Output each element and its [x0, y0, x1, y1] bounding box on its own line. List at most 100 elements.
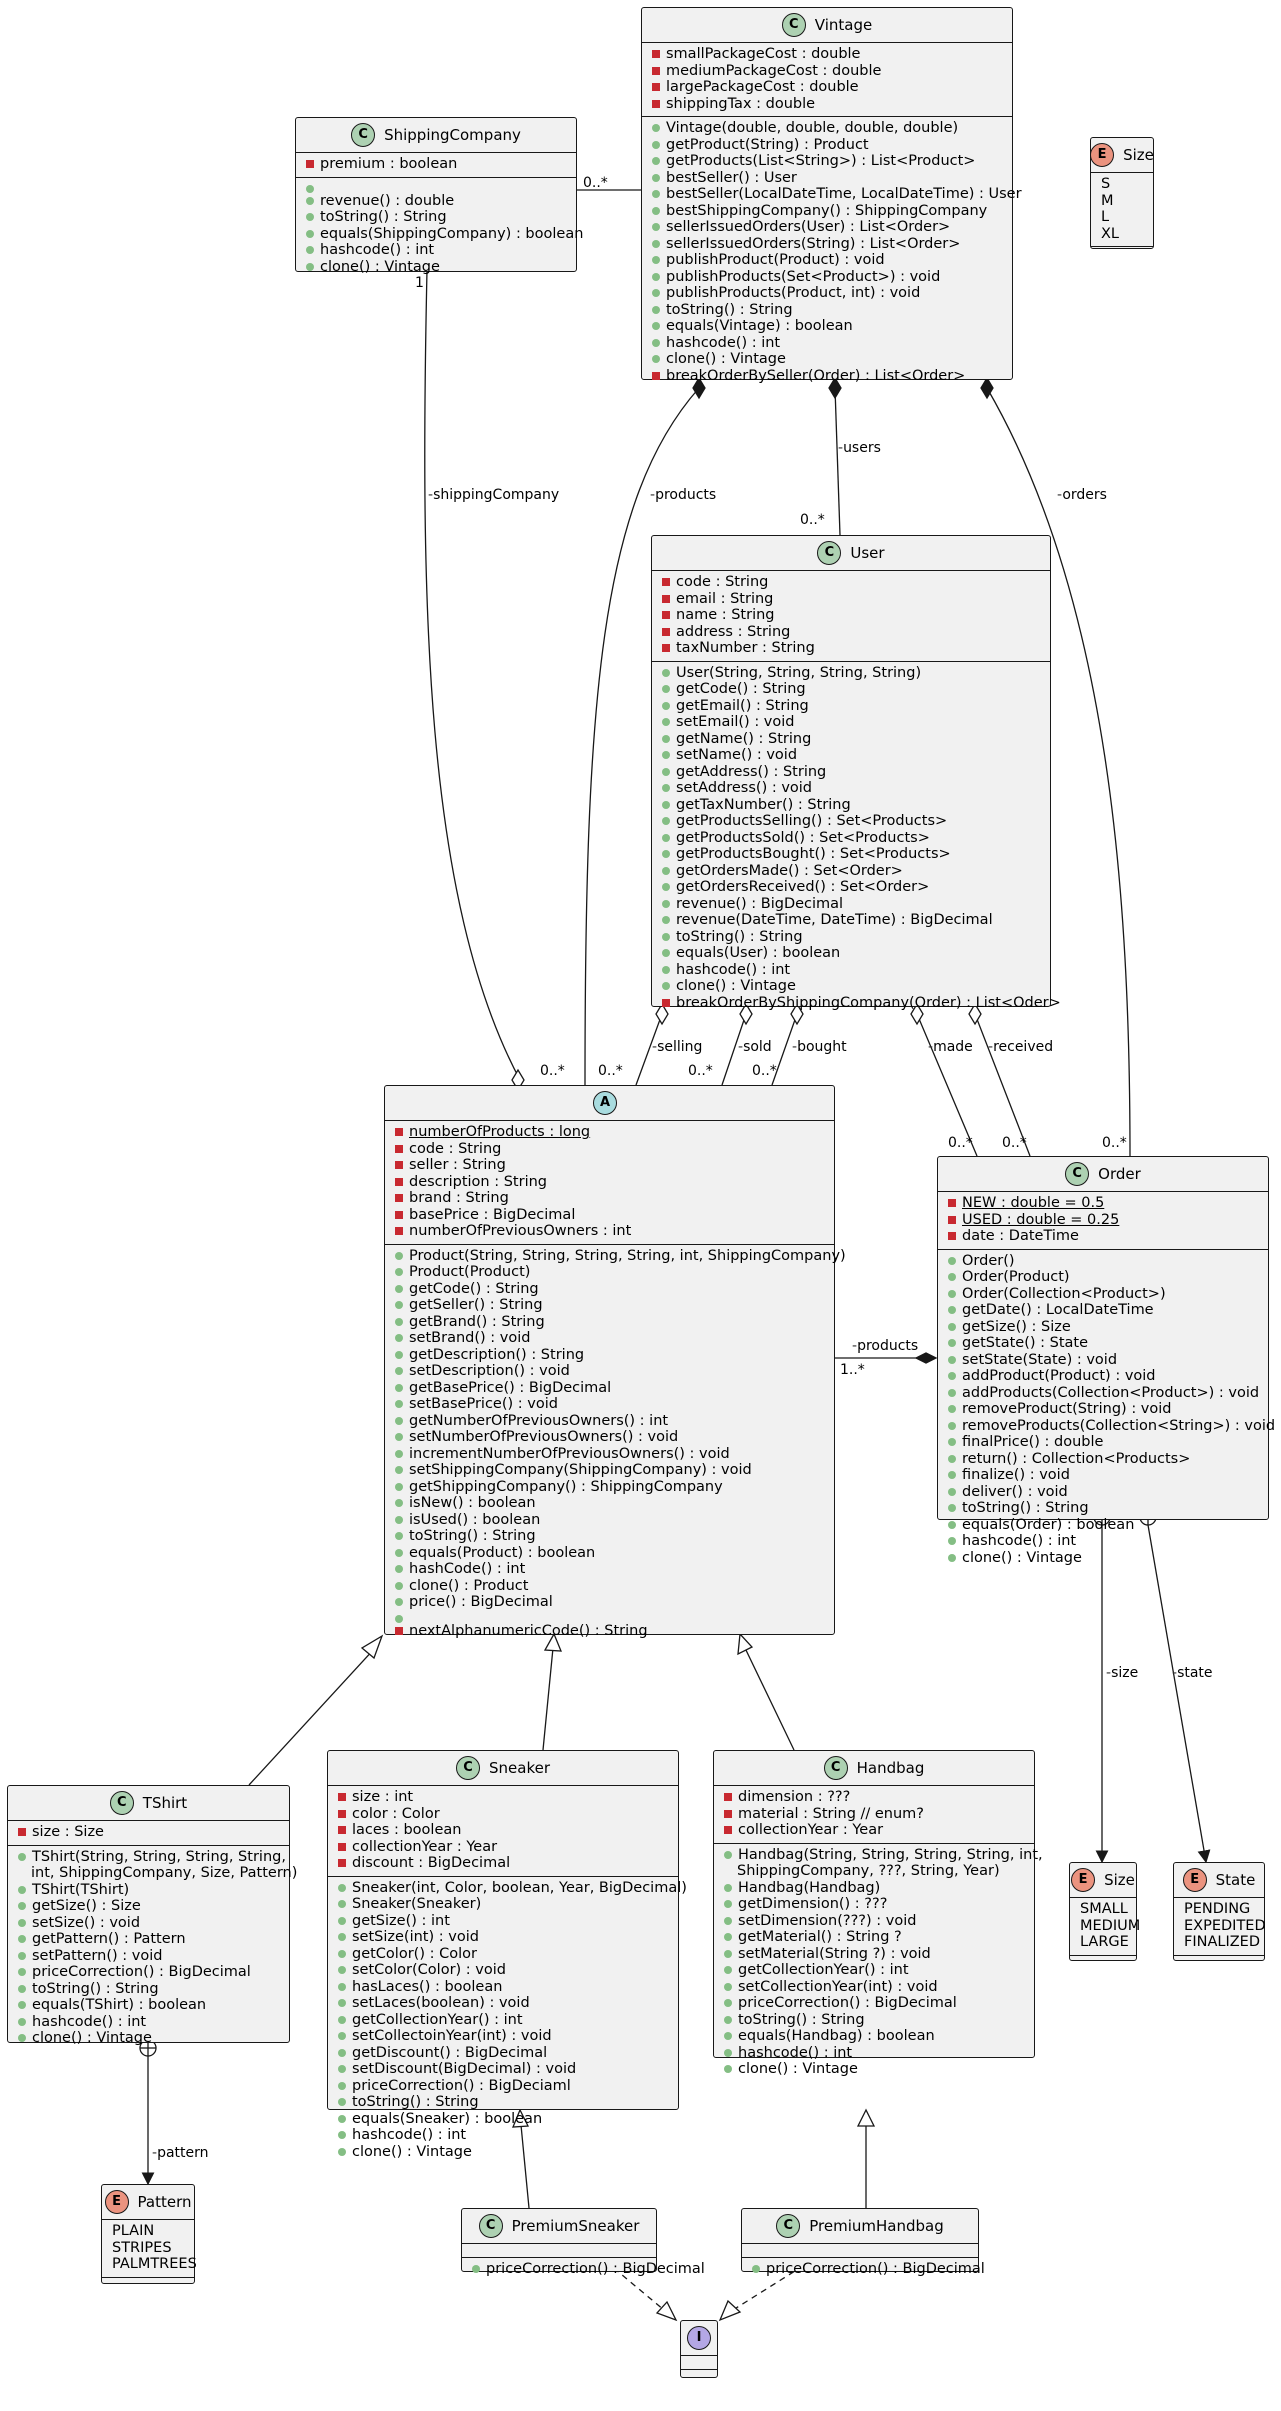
public-icon: [395, 1400, 403, 1408]
method-row: Product(String, String, String, String, …: [385, 1248, 846, 1265]
enum-value: STRIPES: [112, 2239, 172, 2256]
method-row: incrementNumberOfPreviousOwners() : void: [385, 1446, 834, 1463]
method-row: getNumberOfPreviousOwners() : int: [385, 1413, 834, 1430]
method-row: equals(Order) : boolean: [938, 1517, 1268, 1534]
enum-state[interactable]: E State PENDING EXPEDITED FINALIZED: [1173, 1862, 1266, 1961]
method-row: Order(Collection<Product>): [938, 1286, 1268, 1303]
enum-name: Size: [1104, 1870, 1135, 1889]
method-row: toString() : String: [714, 2012, 1034, 2029]
method-row: setAddress() : void: [652, 780, 1050, 797]
public-icon: [662, 800, 670, 809]
class-order[interactable]: C Order NEW : double = 0.5 USED : double…: [937, 1156, 1275, 1566]
method-row: getBasePrice() : BigDecimal: [385, 1380, 834, 1397]
field-row: date : DateTime: [938, 1228, 1268, 1245]
label-received: -received: [988, 1039, 1054, 1055]
field-row: dimension : ???: [714, 1789, 1034, 1806]
class-vintage[interactable]: C Vintage smallPackageCost : double medi…: [641, 7, 1022, 384]
method-row: breakOrderBySeller(Order) : List<Order>: [642, 368, 1012, 385]
field-row: basePrice : BigDecimal: [385, 1207, 834, 1224]
public-icon: [395, 1499, 403, 1507]
field-row: email : String: [652, 591, 1050, 608]
enum-empty-section: [102, 2278, 194, 2291]
label-bought: -bought: [792, 1039, 847, 1055]
field-row: numberOfPreviousOwners : int: [385, 1223, 834, 1240]
public-icon: [948, 1471, 956, 1479]
label-pattern: -pattern: [152, 2145, 209, 2161]
class-header: C User: [652, 536, 1050, 571]
method-row: equals(TShirt) : boolean: [8, 1997, 289, 2014]
method-row: setEmail() : void: [652, 714, 1050, 731]
edge-vintage-users: [834, 387, 841, 536]
method-row: finalize() : void: [938, 1467, 1268, 1484]
class-name: User: [850, 543, 885, 562]
class-shipping-company[interactable]: C ShippingCompany premium : boolean reve…: [295, 117, 583, 275]
class-header: C ShippingCompany: [296, 118, 576, 153]
public-icon: [662, 751, 670, 759]
enum-size-top[interactable]: E Size S M L XL: [1090, 137, 1154, 249]
public-icon: [948, 1339, 956, 1347]
method-row: setNumberOfPreviousOwners() : void: [385, 1429, 834, 1446]
public-icon: [338, 1883, 346, 1892]
triangle-iface-sneaker: [655, 2300, 678, 2322]
class-name: Order: [1098, 1164, 1141, 1183]
public-icon: [306, 184, 314, 193]
class-tshirt[interactable]: C TShirt size : Size TShirt(String, Stri…: [7, 1785, 297, 2046]
public-icon: [948, 1537, 956, 1545]
method-row: toString() : String: [385, 1528, 834, 1545]
method-row: getDimension() : ???: [714, 1896, 1034, 1913]
interface-unnamed[interactable]: I: [680, 2320, 718, 2378]
public-icon: [652, 190, 660, 198]
class-sneaker[interactable]: C Sneaker size : int color : Color laces…: [327, 1750, 687, 2160]
private-icon: [395, 1161, 403, 1169]
label-size: -size: [1106, 1665, 1139, 1681]
method-row: equals(ShippingCompany) : boolean: [296, 226, 583, 243]
method-row: getSize() : int: [328, 1913, 678, 1930]
enum-pattern[interactable]: E Pattern PLAIN STRIPES PALMTREES: [101, 2184, 197, 2284]
field-section-empty: [742, 2244, 978, 2258]
enum-size-order[interactable]: E Size SMALL MEDIUM LARGE: [1069, 1862, 1140, 1961]
method-section: TShirt(String, String, String, String, i…: [8, 1846, 297, 2051]
class-product-abstract[interactable]: A numberOfProducts : long code : String …: [384, 1085, 846, 1639]
public-icon: [662, 949, 670, 957]
field-row: description : String: [385, 1174, 834, 1191]
class-handbag[interactable]: C Handbag dimension : ??? material : Str…: [713, 1750, 1043, 2077]
method-row: getCode() : String: [385, 1281, 834, 1298]
private-icon: [338, 1842, 346, 1851]
method-row: toString() : String: [642, 302, 1012, 319]
public-icon: [18, 1852, 26, 1861]
public-icon: [948, 1438, 956, 1446]
class-name: Handbag: [856, 1758, 925, 1777]
method-row: User(String, String, String, String): [652, 665, 1050, 682]
method-row: publishProducts(Product, int) : void: [642, 285, 1012, 302]
method-row: Order(): [938, 1253, 1268, 1270]
method-row: setDimension(???) : void: [714, 1913, 1034, 1930]
private-icon: [652, 50, 660, 58]
interface-badge-icon: I: [687, 2326, 711, 2350]
public-icon: [948, 1520, 956, 1529]
class-premium-sneaker[interactable]: C PremiumSneaker priceCorrection() : Big…: [461, 2208, 705, 2277]
public-icon: [652, 206, 660, 215]
private-icon: [652, 83, 660, 91]
private-icon: [395, 1128, 403, 1136]
enum-badge-icon: E: [1182, 1868, 1207, 1892]
public-icon: [652, 256, 660, 264]
method-section: Order() Order(Product) Order(Collection<…: [938, 1250, 1275, 1571]
class-badge-icon: C: [109, 1791, 134, 1815]
mult-orders: 0..*: [1102, 1135, 1127, 1151]
public-icon: [652, 289, 660, 297]
method-row: getSize() : Size: [8, 1898, 289, 1915]
method-row: setPattern() : void: [8, 1948, 289, 1965]
method-row: [385, 1611, 834, 1623]
class-premium-handbag[interactable]: C PremiumHandbag priceCorrection() : Big…: [741, 2208, 985, 2277]
method-row: Order(Product): [938, 1269, 1268, 1286]
method-row: getProducts(List<String>) : List<Product…: [642, 153, 1012, 170]
method-row: setBrand() : void: [385, 1330, 834, 1347]
method-row: getOrdersMade() : Set<Order>: [652, 863, 1050, 880]
class-header: C TShirt: [8, 1786, 289, 1821]
field-row: collectionYear : Year: [328, 1839, 678, 1856]
class-badge-icon: C: [351, 123, 376, 147]
method-row: priceCorrection() : BigDecimal: [714, 1995, 1034, 2012]
method-row: setState(State) : void: [938, 1352, 1268, 1369]
enum-values: PLAIN STRIPES PALMTREES: [102, 2220, 197, 2278]
class-user[interactable]: C User code : String email : String name…: [651, 535, 1061, 1011]
